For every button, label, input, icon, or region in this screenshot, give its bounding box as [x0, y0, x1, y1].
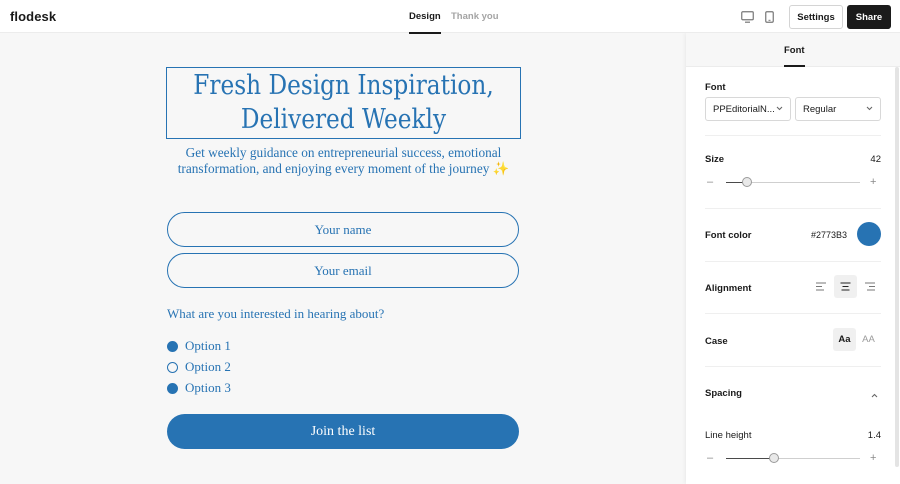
- font-color-swatch[interactable]: [857, 222, 881, 246]
- line-height-increase-button[interactable]: +: [870, 453, 876, 464]
- size-decrease-button[interactable]: –: [707, 177, 713, 188]
- divider: [705, 261, 881, 262]
- line-height-decrease-button[interactable]: –: [707, 453, 713, 464]
- line-height-slider[interactable]: [726, 453, 860, 463]
- join-list-button[interactable]: Join the list: [167, 414, 519, 449]
- chevron-up-icon[interactable]: [870, 387, 879, 405]
- form-preview-canvas: Fresh Design Inspiration, Delivered Week…: [0, 33, 686, 484]
- email-field[interactable]: [167, 253, 519, 288]
- radio-checked[interactable]: [167, 382, 178, 394]
- align-center-button[interactable]: [834, 275, 857, 298]
- option-label: Option 2: [185, 359, 231, 374]
- font-weight-select[interactable]: Regular: [795, 97, 881, 121]
- option-1[interactable]: Option 1: [167, 338, 231, 354]
- chevron-down-icon: [865, 104, 874, 116]
- line-height-value: 1.4: [867, 430, 881, 441]
- font-family-value: PPEditorialN...: [713, 103, 775, 115]
- line-height-label: Line height: [705, 430, 752, 441]
- form-title[interactable]: Fresh Design Inspiration, Delivered Week…: [192, 69, 496, 137]
- option-2[interactable]: Option 2: [167, 359, 231, 375]
- top-bar: flodesk Design Thank you Settings Share: [0, 0, 900, 34]
- alignment-label: Alignment: [705, 283, 752, 294]
- chevron-down-icon: [775, 104, 784, 116]
- divider: [705, 208, 881, 209]
- size-increase-button[interactable]: +: [870, 177, 876, 188]
- align-right-button[interactable]: [858, 275, 881, 298]
- name-field[interactable]: [167, 212, 519, 247]
- font-label: Font: [705, 82, 726, 93]
- radio-checked[interactable]: [167, 340, 178, 352]
- align-left-icon: [816, 278, 827, 296]
- share-button[interactable]: Share: [847, 5, 891, 29]
- option-3[interactable]: Option 3: [167, 380, 231, 396]
- divider: [705, 313, 881, 314]
- case-sentence-button[interactable]: Aa: [833, 328, 856, 351]
- spacing-label: Spacing: [705, 388, 742, 399]
- panel-scrollbar[interactable]: [895, 67, 899, 467]
- line-height-slider-handle[interactable]: [769, 453, 779, 463]
- option-label: Option 1: [185, 338, 231, 353]
- mobile-preview-icon[interactable]: [765, 10, 774, 28]
- desktop-preview-icon[interactable]: [741, 10, 754, 28]
- size-slider-handle[interactable]: [742, 177, 752, 187]
- align-center-icon: [840, 278, 851, 296]
- align-right-icon: [864, 278, 875, 296]
- style-panel: Font Font PPEditorialN... Regular Size 4…: [686, 33, 900, 484]
- font-color-label: Font color: [705, 230, 752, 241]
- size-slider[interactable]: [726, 177, 860, 187]
- divider: [705, 135, 881, 136]
- line-height-slider-fill: [726, 458, 774, 459]
- form-subtitle[interactable]: Get weekly guidance on entrepreneurial s…: [156, 145, 531, 177]
- option-label: Option 3: [185, 380, 231, 395]
- case-upper-button[interactable]: AA: [857, 328, 880, 351]
- flodesk-logo[interactable]: flodesk: [10, 9, 56, 24]
- settings-button[interactable]: Settings: [789, 5, 843, 29]
- tab-font[interactable]: Font: [784, 45, 805, 67]
- interest-question: What are you interested in hearing about…: [167, 306, 385, 321]
- size-label: Size: [705, 154, 725, 165]
- divider: [705, 366, 881, 367]
- align-left-button[interactable]: [810, 275, 833, 298]
- panel-tab-bar: Font: [686, 33, 900, 67]
- font-weight-value: Regular: [803, 103, 837, 115]
- case-label: Case: [705, 336, 728, 347]
- tab-thank-you[interactable]: Thank you: [451, 11, 499, 22]
- font-color-hex[interactable]: #2773B3: [811, 230, 847, 240]
- size-value: 42: [870, 154, 881, 165]
- form-title-selection[interactable]: Fresh Design Inspiration, Delivered Week…: [166, 67, 521, 139]
- tab-design[interactable]: Design: [409, 11, 441, 34]
- radio-unchecked[interactable]: [167, 361, 178, 373]
- font-family-select[interactable]: PPEditorialN...: [705, 97, 791, 121]
